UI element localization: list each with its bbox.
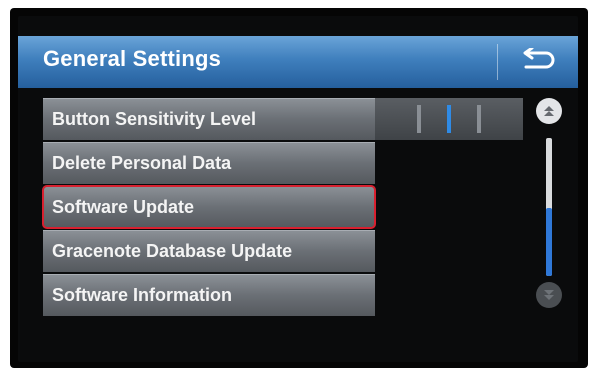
page-title: General Settings xyxy=(43,46,222,71)
menu-item-delete-personal-data[interactable]: Delete Personal Data xyxy=(43,142,375,184)
menu-item-label: Delete Personal Data xyxy=(52,153,232,173)
sensitivity-tick xyxy=(417,105,421,133)
scroll-up-icon xyxy=(544,106,554,116)
header-divider xyxy=(497,44,498,80)
back-arrow-icon xyxy=(523,48,555,69)
menu-item-gracenote-database-update[interactable]: Gracenote Database Update xyxy=(43,230,375,272)
back-button[interactable] xyxy=(500,38,576,86)
menu-item-label: Software Update xyxy=(52,197,195,217)
header-bar: General Settings xyxy=(18,36,578,88)
sensitivity-tick-active xyxy=(447,105,451,133)
scroll-up-button[interactable] xyxy=(536,98,562,124)
sensitivity-tick xyxy=(477,105,481,133)
infotainment-screen: General Settings Button Sensitivity Leve… xyxy=(18,16,578,362)
menu-item-label: Software Information xyxy=(52,285,233,305)
menu-item-label: Button Sensitivity Level xyxy=(52,109,257,129)
sensitivity-level-indicator[interactable] xyxy=(375,98,523,140)
scroll-down-button[interactable] xyxy=(536,282,562,308)
menu-item-button-sensitivity-level[interactable]: Button Sensitivity Level xyxy=(43,98,375,140)
settings-menu: Button Sensitivity Level Delete Personal… xyxy=(42,98,376,318)
menu-item-software-information[interactable]: Software Information xyxy=(43,274,375,316)
scroll-thumb[interactable] xyxy=(546,208,552,276)
menu-item-software-update[interactable]: Software Update xyxy=(42,185,376,229)
menu-item-label: Gracenote Database Update xyxy=(52,241,293,261)
scrollbar[interactable] xyxy=(534,98,566,308)
scroll-down-icon xyxy=(544,290,554,300)
